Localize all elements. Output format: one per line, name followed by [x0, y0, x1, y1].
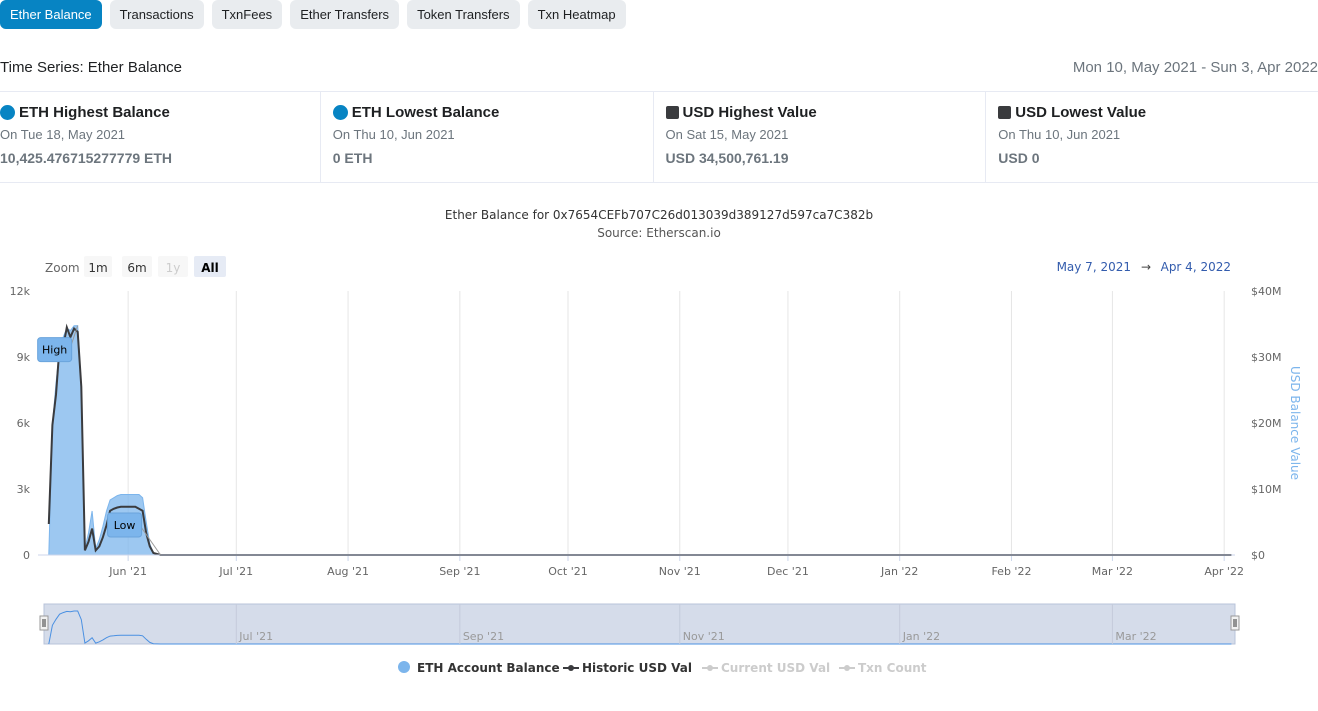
navigator-tick-label: Jul '21	[238, 630, 273, 643]
navigator-tick-label: Jan '22	[902, 630, 940, 643]
handle-body	[1230, 615, 1240, 631]
x-tick-label: Apr '22	[1204, 565, 1244, 578]
legend-label: ETH Account Balance	[417, 661, 560, 675]
y-left-tick-label: 3k	[17, 483, 31, 496]
x-tick-label: Jan '22	[880, 565, 918, 578]
zoom-button-6m[interactable]: 6m	[122, 256, 152, 277]
tab-ether-transfers[interactable]: Ether Transfers	[290, 0, 400, 29]
tab-txnfees[interactable]: TxnFees	[211, 0, 283, 29]
stat-date: On Thu 10, Jun 2021	[998, 127, 1121, 142]
y-left-tick-label: 9k	[17, 351, 31, 364]
stat-value: USD 34,500,761.19	[665, 150, 789, 166]
y-right-tick-label: $0	[1251, 549, 1265, 562]
y-right-tick-label: $10M	[1251, 483, 1282, 496]
legend-marker	[844, 665, 850, 671]
square-icon	[998, 106, 1012, 119]
range-arrow: →	[1141, 260, 1151, 274]
stat-value: 0 ETH	[332, 150, 373, 166]
zoom-button-1y: 1y	[158, 256, 188, 277]
circle-icon	[0, 105, 15, 120]
range-from[interactable]: May 7, 2021	[1057, 260, 1131, 274]
zoom-button-label: 6m	[127, 261, 146, 275]
navigator-mask	[43, 603, 1236, 645]
navigator-handle-right[interactable]	[1230, 615, 1240, 631]
stat-usd-highest: USD Highest Value On Sat 15, May 2021 US…	[652, 92, 986, 182]
legend-label: Historic USD Val	[582, 661, 692, 675]
chart-subtitle: Source: Etherscan.io	[597, 226, 721, 240]
x-tick-label: Aug '21	[327, 565, 369, 578]
y-left-tick-label: 6k	[17, 417, 31, 430]
y-right-tick-label: $30M	[1251, 351, 1282, 364]
legend-marker	[568, 665, 574, 671]
legend-label: Current USD Val	[721, 661, 830, 675]
zoom-label: Zoom	[45, 261, 80, 275]
x-tick-label: Nov '21	[659, 565, 701, 578]
stats-panel: ETH Highest Balance On Tue 18, May 2021 …	[0, 91, 1318, 183]
tab-token-transfers[interactable]: Token Transfers	[407, 0, 520, 29]
legend-marker	[398, 661, 410, 673]
legend-label: Txn Count	[858, 661, 927, 675]
legend-item-current-usd-val[interactable]: Current USD Val	[702, 661, 830, 675]
stat-title: ETH Highest Balance	[19, 104, 170, 121]
series-eth-account-balance[interactable]	[48, 325, 1232, 556]
navigator-handle-left[interactable]	[39, 615, 49, 631]
page-title: Time Series: Ether Balance	[0, 59, 183, 76]
x-tick-label: Mar '22	[1092, 565, 1133, 578]
stat-date: On Sat 15, May 2021	[665, 127, 789, 142]
y-left-tick-label: 12k	[10, 285, 31, 298]
zoom-button-label: All	[201, 261, 219, 275]
flag-label: High	[42, 344, 67, 357]
tab-bar: Ether Balance Transactions TxnFees Ether…	[0, 0, 626, 29]
tab-ether-balance[interactable]: Ether Balance	[0, 0, 102, 29]
ether-balance-chart: Ether Balance for 0x7654CEFb707C26d01303…	[10, 208, 1302, 675]
legend-item-historic-usd-val[interactable]: Historic USD Val	[563, 661, 692, 675]
circle-icon	[332, 105, 348, 120]
flag-label: Low	[114, 519, 136, 532]
range-to[interactable]: Apr 4, 2022	[1161, 260, 1231, 274]
date-range: Mon 10, May 2021 - Sun 3, Apr 2022	[1072, 59, 1318, 76]
y-left-tick-label: 0	[23, 549, 30, 562]
navigator-tick-label: Nov '21	[683, 630, 725, 643]
handle-body	[39, 615, 49, 631]
navigator-tick-label: Mar '22	[1115, 630, 1156, 643]
chart-title: Ether Balance for 0x7654CEFb707C26d01303…	[445, 208, 873, 222]
series-historic-usd-val[interactable]	[47, 323, 1232, 556]
tab-transactions[interactable]: Transactions	[109, 0, 204, 29]
stat-title: USD Lowest Value	[1015, 104, 1147, 121]
stat-value: 10,425.476715277779 ETH	[0, 150, 173, 166]
stat-eth-highest: ETH Highest Balance On Tue 18, May 2021 …	[0, 92, 320, 182]
x-tick-label: Jun '21	[108, 565, 147, 578]
navigator[interactable]: Jul '21 Sep '21 Nov '21 Jan '22 Mar '22	[39, 603, 1240, 645]
stat-title: ETH Lowest Balance	[351, 104, 500, 121]
zoom-button-1m[interactable]: 1m	[84, 256, 112, 277]
x-tick-label: Jul '21	[218, 565, 253, 578]
stat-usd-lowest: USD Lowest Value On Thu 10, Jun 2021 USD…	[985, 92, 1318, 182]
y-right-tick-label: $40M	[1251, 285, 1282, 298]
zoom-button-label: 1m	[88, 261, 107, 275]
stat-date: On Tue 18, May 2021	[0, 127, 126, 142]
legend-item-eth-account-balance[interactable]: ETH Account Balance	[398, 661, 560, 675]
tab-txn-heatmap[interactable]: Txn Heatmap	[527, 0, 626, 29]
y-right-axis-title: USD Balance Value	[1288, 366, 1302, 480]
stat-eth-lowest: ETH Lowest Balance On Thu 10, Jun 2021 0…	[319, 92, 653, 182]
navigator-tick-label: Sep '21	[463, 630, 504, 643]
stat-date: On Thu 10, Jun 2021	[332, 127, 455, 142]
stat-value: USD 0	[998, 150, 1040, 166]
zoom-button-All[interactable]: All	[194, 256, 226, 277]
legend-marker	[707, 665, 713, 671]
x-tick-label: Sep '21	[439, 565, 480, 578]
x-tick-label: Feb '22	[991, 565, 1031, 578]
x-tick-label: Oct '21	[548, 565, 588, 578]
x-tick-label: Dec '21	[767, 565, 809, 578]
legend-item-txn-count[interactable]: Txn Count	[839, 661, 927, 675]
stat-title: USD Highest Value	[682, 104, 817, 121]
zoom-button-label: 1y	[166, 261, 181, 275]
y-right-tick-label: $20M	[1251, 417, 1282, 430]
square-icon	[665, 106, 679, 119]
